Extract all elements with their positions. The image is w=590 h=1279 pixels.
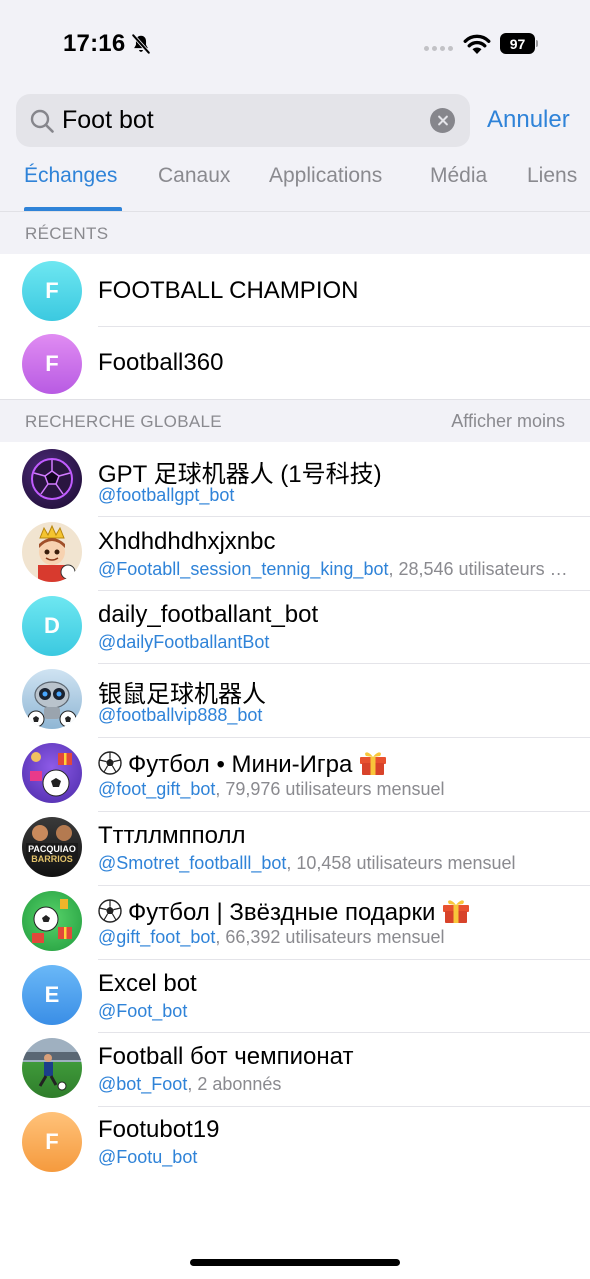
tab-applications[interactable]: Applications — [269, 164, 382, 188]
result-username: @bot_Foot — [98, 1074, 188, 1094]
search-result-row[interactable]: Футбол | Звёздные подарки @gift_foot_bot… — [0, 885, 590, 960]
result-name: Excel bot — [98, 970, 197, 997]
result-username: @Foot_bot — [98, 1001, 188, 1021]
avatar: E — [22, 965, 82, 1025]
section-label-global: RECHERCHE GLOBALE — [25, 412, 222, 431]
avatar — [22, 891, 82, 951]
result-subtitle: @footballgpt_bot — [98, 485, 573, 506]
status-time: 17:16 — [63, 30, 126, 57]
search-result-row[interactable]: Xhdhdhdhxjxnbc @Footabll_session_tennig_… — [0, 516, 590, 591]
result-meta: , 10,458 utilisateurs mensuel — [286, 853, 516, 873]
chat-name: Football360 — [98, 349, 224, 376]
result-subtitle: @foot_gift_bot, 79,976 utilisateurs mens… — [98, 779, 573, 800]
result-username: @Smotret_footballl_bot — [98, 853, 287, 873]
chat-name: FOOTBALL CHAMPION — [98, 277, 359, 304]
avatar: PACQUIAO BARRIOS — [22, 817, 82, 877]
search-icon — [30, 109, 54, 133]
tab-liens[interactable]: Liens — [527, 164, 577, 188]
result-name: Xhdhdhdhxjxnbc — [98, 528, 276, 555]
result-username: @Footabll_session_tennig_king_bot — [98, 559, 389, 579]
avatar: F — [22, 261, 82, 321]
avatar — [22, 522, 82, 582]
result-username: @foot_gift_bot — [98, 779, 216, 799]
search-input[interactable] — [62, 94, 422, 147]
result-username: @gift_foot_bot — [98, 927, 216, 947]
search-result-row[interactable]: 银鼠足球机器人 @footballvip888_bot — [0, 663, 590, 738]
clear-search-button[interactable] — [430, 108, 455, 133]
result-meta: , 28,546 utilisateurs mensuel — [388, 559, 573, 579]
tab-media[interactable]: Média — [430, 164, 487, 188]
battery-level: 97 — [500, 33, 535, 54]
result-name-text: Футбол • Мини-Игра — [128, 751, 353, 778]
result-name: 银鼠足球机器人 — [98, 681, 266, 708]
tab-echanges[interactable]: Échanges — [24, 164, 117, 188]
result-name: daily_footballant_bot — [98, 601, 319, 628]
poster-text-bottom: BARRIOS — [31, 854, 73, 864]
poster-text-top: PACQUIAO — [28, 844, 76, 854]
result-name: Footubot19 — [98, 1116, 220, 1143]
search-result-row[interactable]: PACQUIAO BARRIOS Тттллмпполл @Smotret_fo… — [0, 811, 590, 886]
avatar — [22, 669, 82, 729]
search-result-row[interactable]: Football бот чемпионат @bot_Foot, 2 abon… — [0, 1032, 590, 1107]
result-username: @footballgpt_bot — [98, 485, 235, 505]
wifi-icon — [463, 34, 491, 54]
gift-icon — [360, 752, 387, 775]
avatar — [22, 1038, 82, 1098]
result-name-text: Футбол | Звёздные подарки — [128, 899, 436, 926]
result-username: @footballvip888_bot — [98, 705, 263, 725]
show-less-button[interactable]: Afficher moins — [451, 411, 565, 432]
search-result-row[interactable]: E Excel bot @Foot_bot — [0, 959, 590, 1033]
recent-chat-row[interactable]: F FOOTBALL CHAMPION — [0, 254, 590, 327]
result-name: Футбол • Мини-Игра — [98, 748, 388, 779]
result-meta: , 79,976 utilisateurs mensuel — [215, 779, 445, 799]
gift-icon — [443, 900, 470, 923]
result-subtitle: @Footu_bot — [98, 1147, 573, 1168]
result-subtitle: @Foot_bot — [98, 1001, 573, 1022]
section-label-recent: RÉCENTS — [25, 224, 109, 243]
soccer-ball-icon — [98, 899, 122, 923]
result-name: Тттллмпполл — [98, 822, 246, 849]
search-result-row[interactable]: D daily_footballant_bot @dailyFootballan… — [0, 590, 590, 664]
result-name: Футбол | Звёздные подарки — [98, 896, 471, 927]
section-header-global: RECHERCHE GLOBALE Afficher moins — [0, 399, 590, 442]
search-result-row[interactable]: Футбол • Мини-Игра @foot_gift_bot, 79,97… — [0, 737, 590, 812]
search-field[interactable] — [16, 94, 470, 147]
result-username: @dailyFootballantBot — [98, 632, 270, 652]
avatar: F — [22, 334, 82, 394]
soccer-ball-icon — [98, 751, 122, 775]
result-subtitle: @Smotret_footballl_bot, 10,458 utilisate… — [98, 853, 573, 874]
battery-icon: 97 — [500, 33, 538, 54]
result-name: GPT 足球机器人 (1号科技) — [98, 461, 382, 488]
search-result-row[interactable]: F Footubot19 @Footu_bot — [0, 1106, 590, 1180]
cancel-button[interactable]: Annuler — [487, 106, 570, 134]
result-subtitle: @Footabll_session_tennig_king_bot, 28,54… — [98, 559, 573, 580]
section-header-recent: RÉCENTS — [0, 211, 590, 254]
bell-muted-icon — [131, 34, 151, 54]
home-indicator[interactable] — [190, 1259, 400, 1266]
avatar: F — [22, 1112, 82, 1172]
avatar — [22, 743, 82, 803]
search-result-row[interactable]: GPT 足球机器人 (1号科技) @footballgpt_bot — [0, 442, 590, 517]
recent-chat-row[interactable]: F Football360 — [0, 327, 590, 399]
avatar: D — [22, 596, 82, 656]
result-username: @Footu_bot — [98, 1147, 198, 1167]
result-subtitle: @dailyFootballantBot — [98, 632, 573, 653]
result-subtitle: @footballvip888_bot — [98, 705, 573, 726]
cellular-signal-icon — [424, 46, 453, 51]
result-meta: , 2 abonnés — [187, 1074, 282, 1094]
avatar — [22, 449, 82, 509]
result-meta: , 66,392 utilisateurs mensuel — [215, 927, 445, 947]
tab-canaux[interactable]: Canaux — [158, 164, 230, 188]
result-subtitle: @bot_Foot, 2 abonnés — [98, 1074, 573, 1095]
result-name: Football бот чемпионат — [98, 1043, 354, 1070]
result-subtitle: @gift_foot_bot, 66,392 utilisateurs mens… — [98, 927, 573, 948]
